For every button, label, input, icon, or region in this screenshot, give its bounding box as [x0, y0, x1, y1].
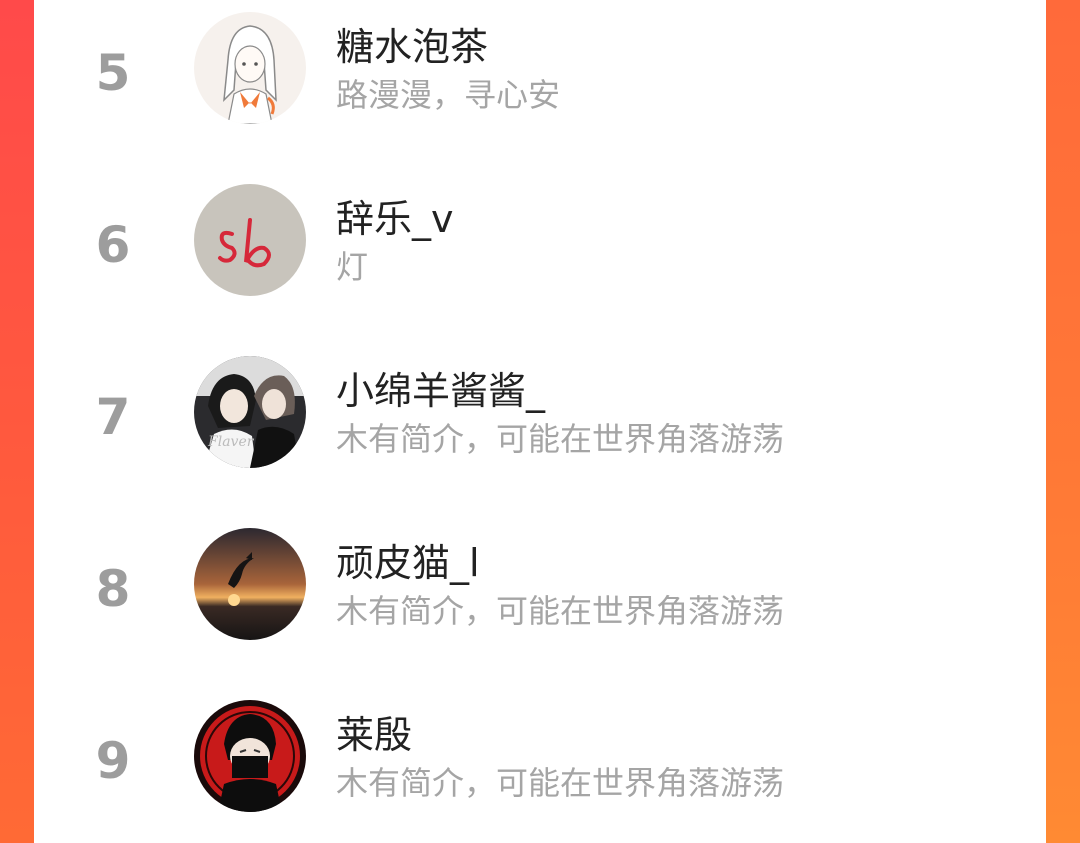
- user-name[interactable]: 小绵羊酱酱_: [336, 360, 545, 415]
- user-name[interactable]: 莱殷: [336, 704, 412, 759]
- masked-ninja-avatar-icon[interactable]: [194, 700, 306, 812]
- rank-number: 7: [95, 388, 131, 446]
- anime-couple-avatar-icon[interactable]: Flaver: [194, 356, 306, 468]
- background-right-band: [1044, 0, 1080, 843]
- ranking-row[interactable]: 9 莱殷 木有简介，可能在世界角落游荡: [34, 688, 1046, 843]
- user-bio: 木有简介，可能在世界角落游荡: [336, 420, 785, 458]
- sunset-dolphin-avatar-icon[interactable]: [194, 528, 306, 640]
- rank-number: 9: [95, 732, 131, 790]
- svg-text:Flaver: Flaver: [207, 434, 255, 450]
- rank-number: 5: [95, 44, 131, 102]
- anime-girl-sketch-avatar-icon[interactable]: [194, 12, 306, 124]
- user-name[interactable]: 顽皮猫_l: [336, 532, 480, 587]
- rank-number: 6: [95, 216, 131, 274]
- ranking-row[interactable]: 6 辞乐_v 灯: [34, 172, 1046, 344]
- user-bio: 路漫漫，寻心安: [336, 76, 561, 114]
- user-bio: 木有简介，可能在世界角落游荡: [336, 764, 785, 802]
- rank-number: 8: [95, 560, 131, 618]
- ranking-row[interactable]: 8 顽皮猫_l 木有简介，可能在世界角落游荡: [34, 516, 1046, 688]
- user-name[interactable]: 辞乐_v: [336, 188, 454, 243]
- ranking-row[interactable]: 7 Flaver 小绵羊酱酱_ 木有简介，可能在世界角落游荡: [34, 344, 1046, 516]
- user-bio: 灯: [336, 248, 369, 286]
- handwritten-sb-avatar-icon[interactable]: [194, 184, 306, 296]
- user-bio: 木有简介，可能在世界角落游荡: [336, 592, 785, 630]
- ranking-row[interactable]: 5 糖水泡茶 路漫漫，寻心安: [34, 0, 1046, 172]
- ranking-list-panel: 5 糖水泡茶 路漫漫，寻心安 6 辞乐_v 灯 7 Flaver 小绵羊酱酱_ …: [34, 0, 1046, 843]
- user-name[interactable]: 糖水泡茶: [336, 16, 488, 71]
